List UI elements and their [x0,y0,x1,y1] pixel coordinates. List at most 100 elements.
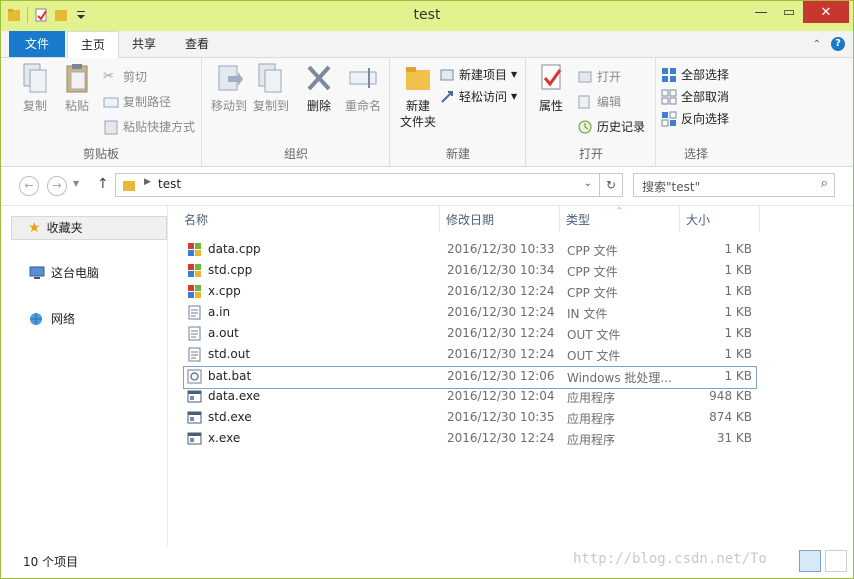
file-size: 1 KB [724,369,752,383]
nav-item-this-pc[interactable]: 这台电脑 [11,262,99,284]
nav-item-favorites[interactable]: ★ 收藏夹 [11,216,167,240]
forward-button[interactable]: → [47,176,67,196]
properties-icon [541,64,562,90]
file-name: a.in [208,305,231,319]
new-folder-button[interactable]: 新建 文件夹 [395,62,441,130]
ribbon-controls: ⌃ ? [813,37,845,51]
application-icon [187,390,202,403]
copy-path-icon [103,97,119,107]
select-none-button[interactable]: 全部取消 [661,88,729,105]
address-bar[interactable]: ▶ test ⌄ ↻ [115,173,623,197]
file-date: 2016/12/30 12:24 [447,326,555,340]
column-header-size[interactable]: 大小 [680,206,760,232]
file-type: CPP 文件 [567,286,618,300]
paste-button[interactable]: 粘贴 [59,62,95,114]
column-header-name[interactable]: 名称 [168,206,440,232]
file-date: 2016/12/30 12:06 [447,369,555,383]
file-row[interactable]: data.cpp 2016/12/30 10:33 CPP 文件 1 KB [184,240,756,261]
file-row[interactable]: bat.bat 2016/12/30 12:06 Windows 批处理... 1 K… [183,366,757,389]
recent-locations-icon[interactable]: ▼ [73,179,79,188]
nav-item-network[interactable]: 网络 [11,308,75,330]
up-arrow-icon[interactable]: ↑ [97,176,109,192]
group-organize: 移动到 复制到 删除 重命名 组织 [203,58,390,166]
group-label-organize: 组织 [283,147,308,161]
file-size: 874 KB [709,410,752,424]
tab-file[interactable]: 文件 [9,31,65,57]
invert-selection-button[interactable]: 反向选择 [661,110,729,127]
chevron-down-icon: ▼ [511,70,518,79]
address-dropdown-icon[interactable]: ⌄ [584,178,592,189]
file-row[interactable]: a.in 2016/12/30 12:24 IN 文件 1 KB [184,303,756,324]
file-row[interactable]: x.cpp 2016/12/30 12:24 CPP 文件 1 KB [184,282,756,303]
help-icon[interactable]: ? [831,37,845,51]
file-row[interactable]: std.out 2016/12/30 12:24 OUT 文件 1 KB [184,345,756,366]
details-view-button[interactable] [799,550,821,572]
ribbon-tabs: 文件 主页 共享 查看 ⌃ ? [1,31,853,59]
file-name: bat.bat [208,369,252,383]
copy-icon [23,63,47,93]
tab-view[interactable]: 查看 [173,31,221,57]
file-type: CPP 文件 [567,265,618,279]
open-icon [578,71,592,82]
easy-access-button[interactable]: 轻松访问 ▼ [439,88,517,105]
collapse-ribbon-icon[interactable]: ⌃ [813,39,821,50]
file-name: std.exe [208,410,252,424]
cpp-file-icon [188,264,201,277]
file-row[interactable]: a.out 2016/12/30 12:24 OUT 文件 1 KB [184,324,756,345]
file-name: std.out [208,347,251,361]
file-type: 应用程序 [567,412,616,426]
search-icon[interactable]: ⌕ [821,176,828,191]
explorer-window: test — ▭ ✕ 文件 主页 共享 查看 ⌃ ? 复制 粘贴 ✂ 剪切 复制… [0,0,854,579]
file-row[interactable]: std.exe 2016/12/30 10:35 应用程序 874 KB [184,408,756,429]
delete-button[interactable]: 删除 [299,62,339,114]
breadcrumb-item-test[interactable]: test [158,177,181,191]
file-name: data.exe [208,389,261,403]
invert-selection-icon [661,111,677,126]
large-icons-view-button[interactable] [825,550,847,572]
refresh-icon[interactable]: ↻ [599,174,622,196]
copy-path-button[interactable]: 复制路径 [103,93,171,110]
maximize-button[interactable]: ▭ [775,1,803,23]
copy-to-button[interactable]: 复制到 [251,62,291,114]
minimize-button[interactable]: — [747,1,775,23]
copy-button[interactable]: 复制 [17,62,53,114]
batch-file-icon [187,369,202,384]
paste-icon [66,64,88,93]
star-icon: ★ [28,220,41,236]
back-button[interactable]: ← [19,176,39,196]
close-button[interactable]: ✕ [803,1,849,23]
rename-button[interactable]: 重命名 [341,62,385,114]
history-button[interactable]: 历史记录 [577,118,645,135]
search-box[interactable]: 搜索"test" ⌕ [633,173,835,197]
group-label-select: 选择 [683,147,708,161]
move-to-button[interactable]: 移动到 [209,62,249,114]
select-all-button[interactable]: 全部选择 [661,66,729,83]
properties-button[interactable]: 属性 [533,62,569,114]
search-input[interactable]: 搜索"test" [642,178,700,195]
text-file-icon [188,347,201,362]
file-row[interactable]: x.exe 2016/12/30 12:24 应用程序 31 KB [184,429,756,450]
edit-button[interactable]: 编辑 [577,93,621,110]
file-row[interactable]: data.exe 2016/12/30 12:04 应用程序 948 KB [184,387,756,408]
copy-to-icon [258,63,282,93]
file-size: 1 KB [724,305,752,319]
paste-shortcut-button[interactable]: 粘贴快捷方式 [103,118,195,135]
new-folder-icon [406,67,430,90]
tab-home[interactable]: 主页 [67,31,119,59]
column-header-date[interactable]: 修改日期 [440,206,560,232]
tab-share[interactable]: 共享 [121,31,167,57]
file-name: std.cpp [208,263,253,277]
file-type: IN 文件 [567,307,608,321]
new-item-button[interactable]: 新建项目 ▼ [439,66,517,83]
open-button[interactable]: 打开 [577,68,621,85]
file-size: 1 KB [724,263,752,277]
cut-button[interactable]: ✂ 剪切 [103,68,147,85]
file-type: OUT 文件 [567,349,621,363]
item-count: 10 个项目 [23,555,79,569]
file-size: 31 KB [716,431,752,445]
navigation-pane: ★ 收藏夹 这台电脑 网络 [1,206,168,546]
group-clipboard: 复制 粘贴 ✂ 剪切 复制路径 粘贴快捷方式 剪贴板 [1,58,202,166]
breadcrumb-separator-icon: ▶ [144,177,151,187]
computer-icon [29,266,45,279]
file-row[interactable]: std.cpp 2016/12/30 10:34 CPP 文件 1 KB [184,261,756,282]
